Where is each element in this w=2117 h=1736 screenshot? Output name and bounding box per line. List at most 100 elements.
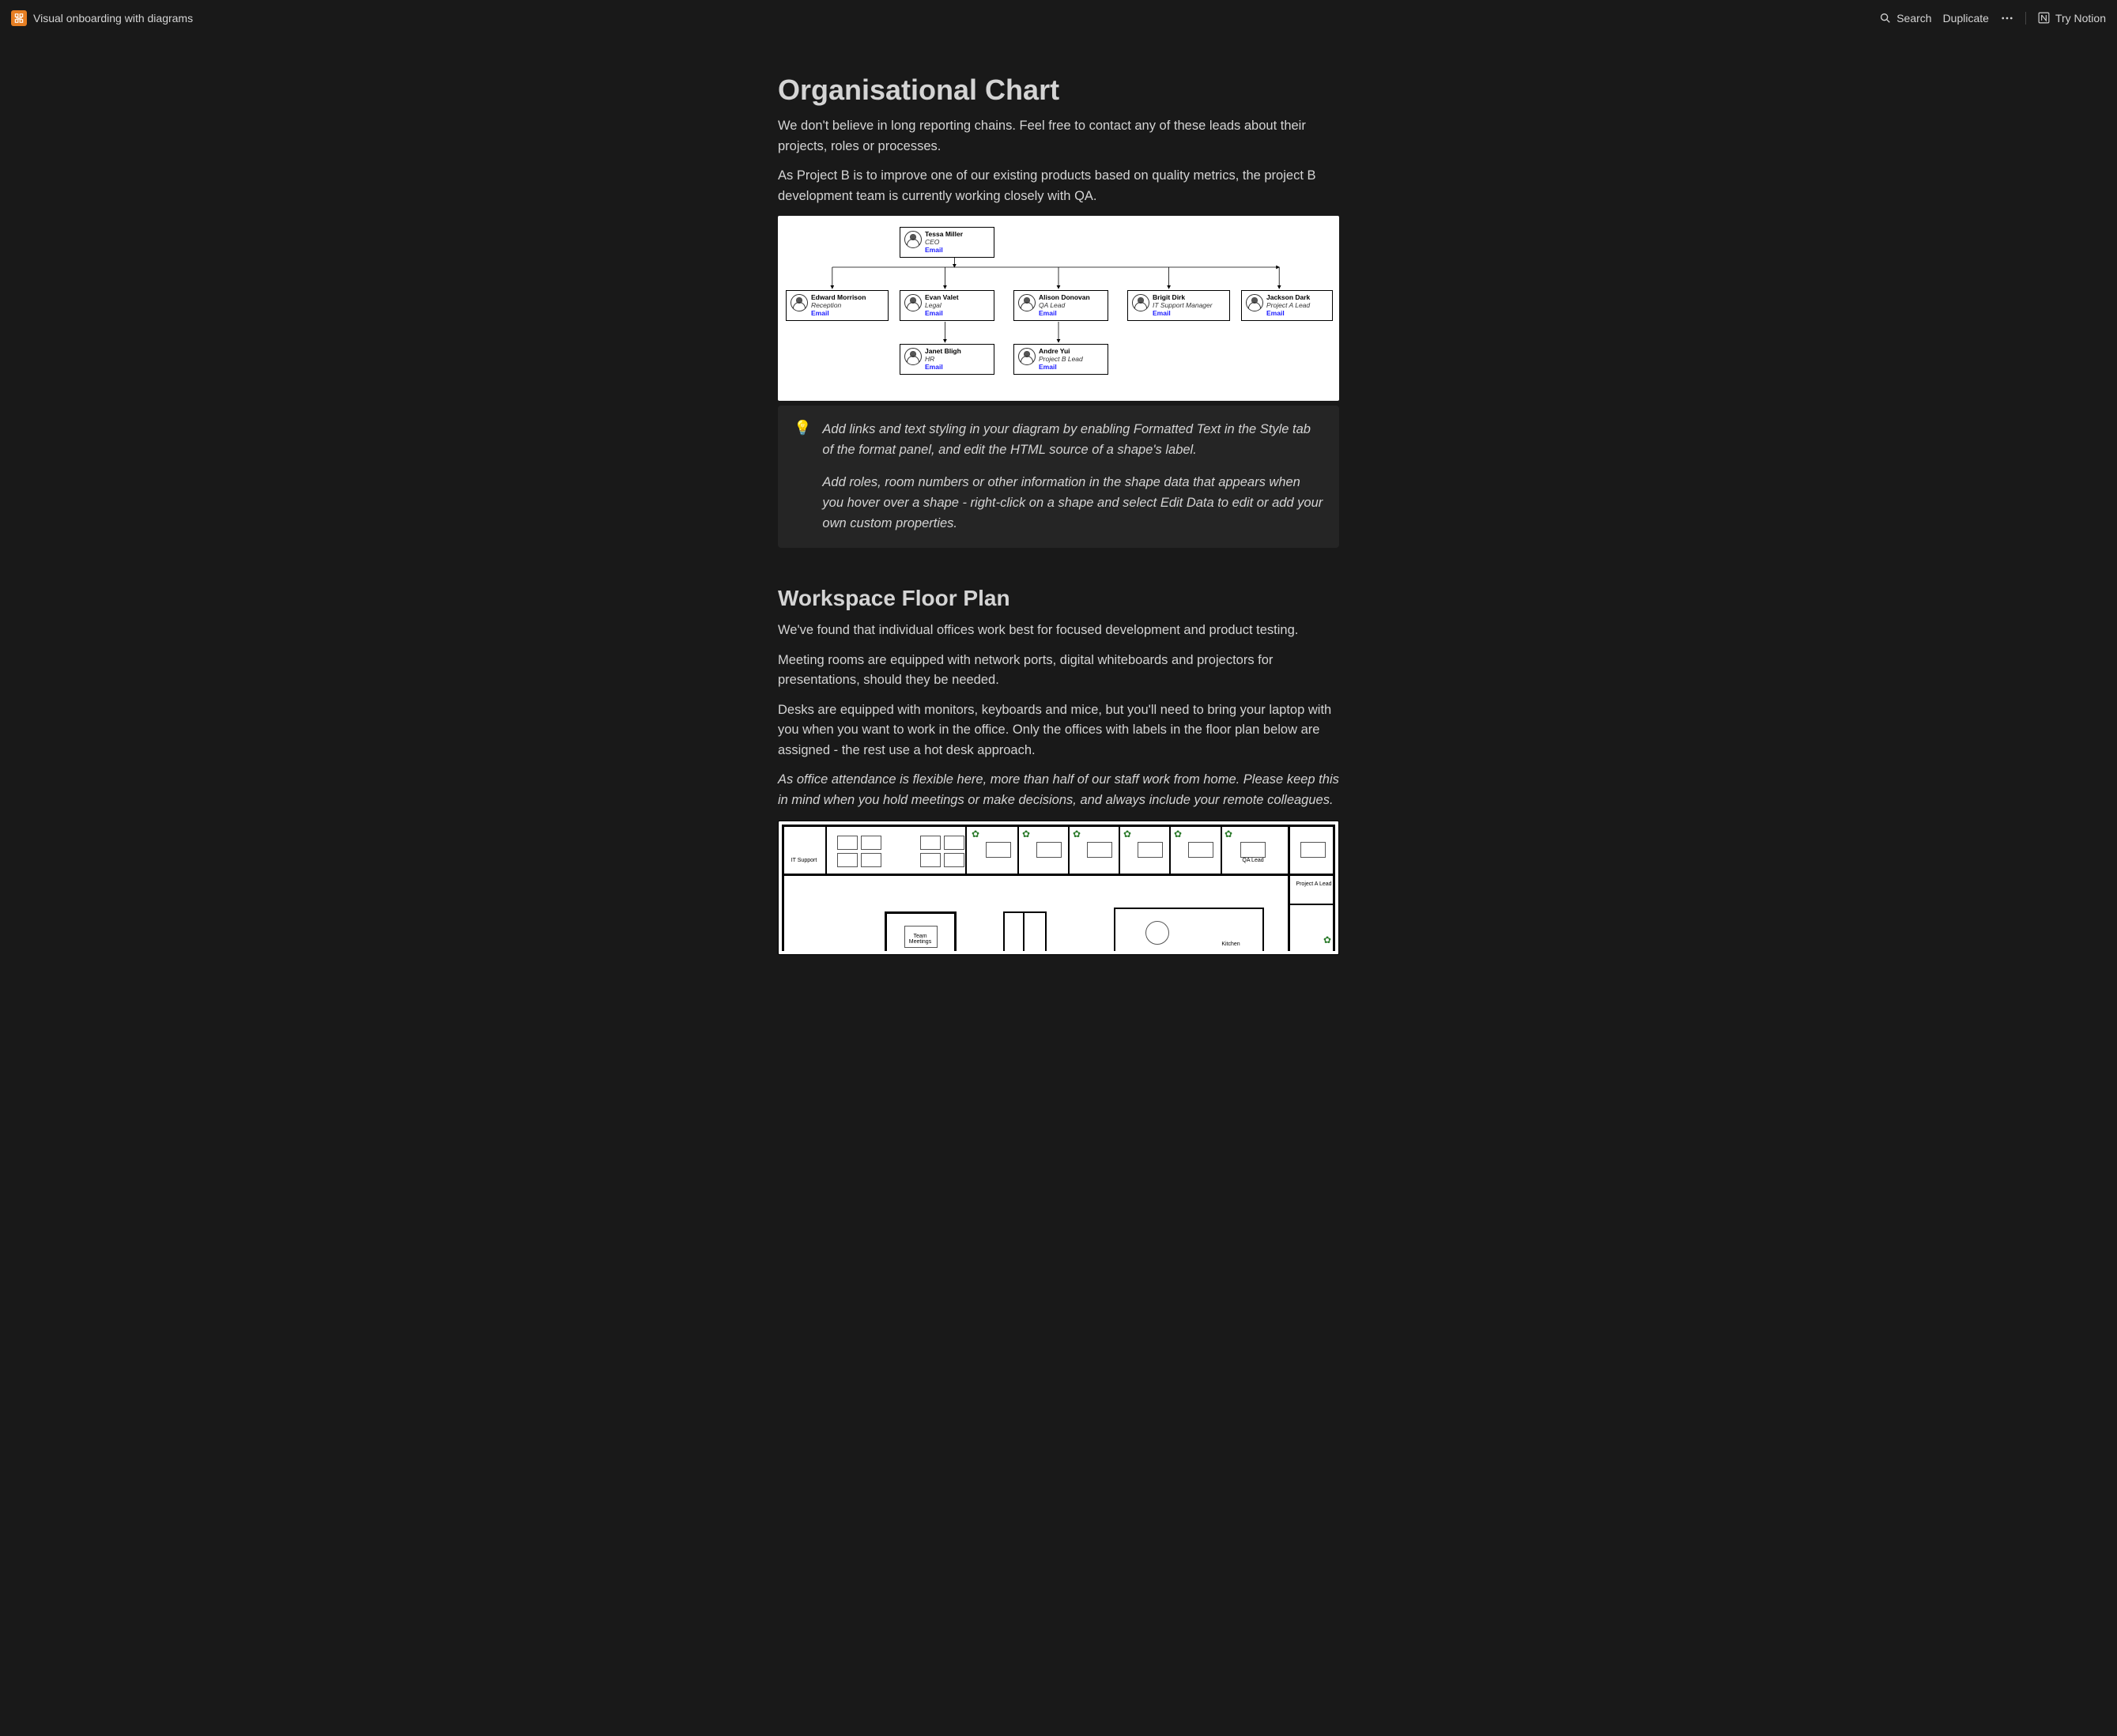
desk bbox=[1188, 842, 1213, 858]
desk bbox=[1300, 842, 1326, 858]
wall bbox=[885, 911, 956, 914]
wall bbox=[1003, 911, 1005, 951]
wall bbox=[954, 911, 957, 951]
topbar: Visual onboarding with diagrams Search D… bbox=[0, 0, 2117, 36]
desk bbox=[944, 853, 964, 867]
desk bbox=[1240, 842, 1266, 858]
room-label-qa: QA Lead bbox=[1237, 858, 1269, 863]
desk bbox=[1036, 842, 1062, 858]
wall bbox=[1262, 908, 1264, 951]
wall bbox=[1221, 825, 1222, 874]
avatar-icon bbox=[904, 231, 922, 248]
wall bbox=[1169, 825, 1171, 874]
org-node-qa[interactable]: Alison Donovan QA Lead Email bbox=[1013, 290, 1108, 320]
room-label-it: IT Support bbox=[788, 858, 820, 863]
room-label-project-a: Project A Lead bbox=[1294, 881, 1334, 887]
wall bbox=[1114, 908, 1264, 909]
plant-icon: ✿ bbox=[1123, 829, 1134, 840]
wall bbox=[782, 825, 784, 951]
plant-icon: ✿ bbox=[972, 829, 983, 840]
desk bbox=[986, 842, 1011, 858]
node-email-link[interactable]: Email bbox=[1039, 310, 1090, 318]
plant-icon: ✿ bbox=[1022, 829, 1033, 840]
org-node-legal[interactable]: Evan Valet Legal Email bbox=[900, 290, 994, 320]
wall bbox=[1288, 874, 1335, 876]
room-label-meetings: Team Meetings bbox=[904, 934, 936, 945]
search-icon bbox=[1879, 12, 1892, 25]
desk bbox=[920, 853, 941, 867]
desk bbox=[861, 853, 881, 867]
node-email-link[interactable]: Email bbox=[1153, 310, 1213, 318]
separator bbox=[2025, 12, 2026, 25]
org-chart-embed[interactable]: Tessa Miller CEO Email Edward Morrison R… bbox=[778, 216, 1339, 401]
node-email-link[interactable]: Email bbox=[925, 364, 961, 372]
avatar-icon bbox=[1132, 294, 1149, 311]
wall bbox=[1114, 908, 1115, 951]
desk bbox=[837, 853, 858, 867]
more-icon bbox=[2000, 11, 2014, 25]
desk bbox=[861, 836, 881, 850]
duplicate-label: Duplicate bbox=[1943, 12, 1989, 25]
plant-icon: ✿ bbox=[1225, 829, 1236, 840]
org-node-project-b[interactable]: Andre Yui Project B Lead Email bbox=[1013, 344, 1108, 374]
wall bbox=[1333, 825, 1335, 951]
wall bbox=[1119, 825, 1120, 874]
floor-plan-heading: Workspace Floor Plan bbox=[778, 586, 1339, 611]
desk bbox=[920, 836, 941, 850]
search-label: Search bbox=[1896, 12, 1931, 25]
wall bbox=[885, 911, 887, 951]
floor-plan-embed[interactable]: ✿ ✿ ✿ ✿ ✿ ✿ ✿ IT Support QA Lead Project… bbox=[778, 821, 1339, 955]
search-button[interactable]: Search bbox=[1879, 12, 1931, 25]
duplicate-button[interactable]: Duplicate bbox=[1943, 12, 1989, 25]
room-label-kitchen: Kitchen bbox=[1215, 942, 1247, 947]
breadcrumb-page-title[interactable]: Visual onboarding with diagrams bbox=[33, 12, 193, 25]
desk bbox=[837, 836, 858, 850]
desk bbox=[1138, 842, 1163, 858]
notion-icon bbox=[2037, 11, 2051, 25]
plant-icon: ✿ bbox=[1174, 829, 1185, 840]
org-para-1: We don't believe in long reporting chain… bbox=[778, 116, 1339, 157]
wall bbox=[1288, 825, 1290, 951]
wall bbox=[1017, 825, 1019, 874]
plant-icon: ✿ bbox=[1323, 935, 1334, 946]
wall bbox=[782, 825, 1335, 827]
org-para-2: As Project B is to improve one of our ex… bbox=[778, 166, 1339, 206]
more-button[interactable] bbox=[2000, 11, 2014, 25]
org-chart-heading: Organisational Chart bbox=[778, 74, 1339, 107]
wall bbox=[1288, 904, 1335, 905]
avatar-icon bbox=[1018, 294, 1036, 311]
wall bbox=[1003, 911, 1047, 913]
node-email-link[interactable]: Email bbox=[925, 247, 963, 255]
plant-icon: ✿ bbox=[1073, 829, 1084, 840]
node-email-link[interactable]: Email bbox=[811, 310, 866, 318]
wall bbox=[782, 874, 1288, 876]
page-icon bbox=[11, 10, 27, 26]
page-content: Organisational Chart We don't believe in… bbox=[778, 36, 1339, 1002]
org-node-ceo[interactable]: Tessa Miller CEO Email bbox=[900, 227, 994, 257]
node-email-link[interactable]: Email bbox=[925, 310, 959, 318]
org-node-project-a[interactable]: Jackson Dark Project A Lead Email bbox=[1241, 290, 1333, 320]
desk bbox=[1087, 842, 1112, 858]
org-node-hr[interactable]: Janet Bligh HR Email bbox=[900, 344, 994, 374]
floor-para-1: We've found that individual offices work… bbox=[778, 621, 1339, 641]
wall bbox=[1023, 911, 1025, 951]
wall bbox=[825, 825, 827, 874]
avatar-icon bbox=[1018, 348, 1036, 365]
bulb-icon: 💡 bbox=[794, 420, 811, 534]
wall bbox=[1068, 825, 1070, 874]
try-notion-button[interactable]: Try Notion bbox=[2037, 11, 2106, 25]
wall bbox=[1045, 911, 1047, 951]
round-table bbox=[1145, 921, 1169, 945]
avatar-icon bbox=[904, 294, 922, 311]
try-notion-label: Try Notion bbox=[2055, 12, 2106, 25]
node-email-link[interactable]: Email bbox=[1039, 364, 1083, 372]
org-node-it[interactable]: Brigit Dirk IT Support Manager Email bbox=[1127, 290, 1230, 320]
avatar-icon bbox=[791, 294, 808, 311]
org-node-reception[interactable]: Edward Morrison Reception Email bbox=[786, 290, 889, 320]
node-email-link[interactable]: Email bbox=[1266, 310, 1310, 318]
avatar-icon bbox=[904, 348, 922, 365]
floor-para-2: Meeting rooms are equipped with network … bbox=[778, 651, 1339, 691]
avatar-icon bbox=[1246, 294, 1263, 311]
tip-callout: 💡 Add links and text styling in your dia… bbox=[778, 406, 1339, 548]
floor-para-4: As office attendance is flexible here, m… bbox=[778, 770, 1339, 810]
